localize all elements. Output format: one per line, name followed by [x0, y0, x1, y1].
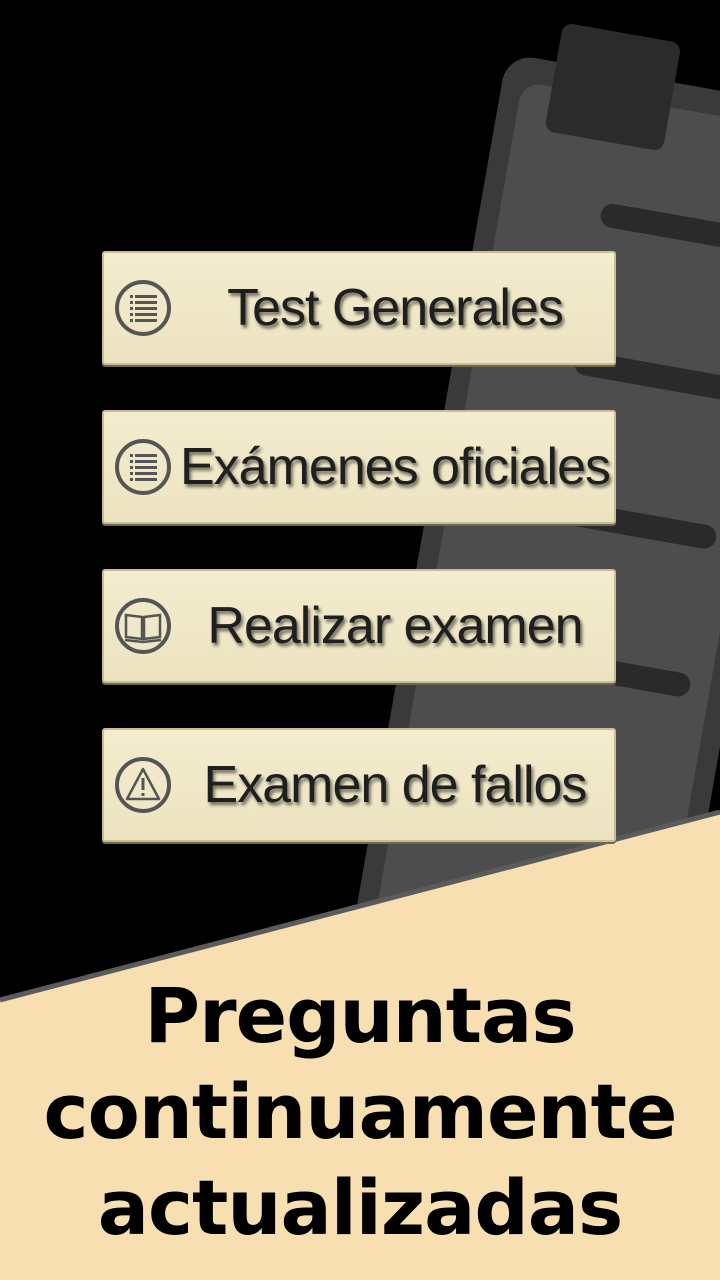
- app-screen: Test Generales Exámenes oficiales Realiz…: [0, 0, 720, 1280]
- test-generales-button[interactable]: Test Generales: [102, 251, 616, 365]
- list-icon: [115, 439, 171, 495]
- examenes-oficiales-button[interactable]: Exámenes oficiales: [102, 410, 616, 524]
- list-icon: [115, 280, 171, 336]
- examen-de-fallos-button[interactable]: Examen de fallos: [102, 728, 616, 842]
- warning-triangle-icon: [115, 757, 171, 813]
- promo-line-3: actualizadas: [97, 1163, 624, 1252]
- realizar-examen-button[interactable]: Realizar examen: [102, 569, 616, 683]
- promo-line-1: Preguntas: [144, 971, 576, 1060]
- promo-line-2: continuamente: [43, 1067, 678, 1156]
- open-book-icon: [115, 598, 171, 654]
- examen-de-fallos-label: Examen de fallos: [203, 756, 588, 814]
- promo-caption: Preguntas continuamente actualizadas: [0, 968, 720, 1256]
- test-generales-label: Test Generales: [227, 279, 564, 337]
- examenes-oficiales-label: Exámenes oficiales: [180, 438, 611, 496]
- realizar-examen-label: Realizar examen: [207, 597, 583, 655]
